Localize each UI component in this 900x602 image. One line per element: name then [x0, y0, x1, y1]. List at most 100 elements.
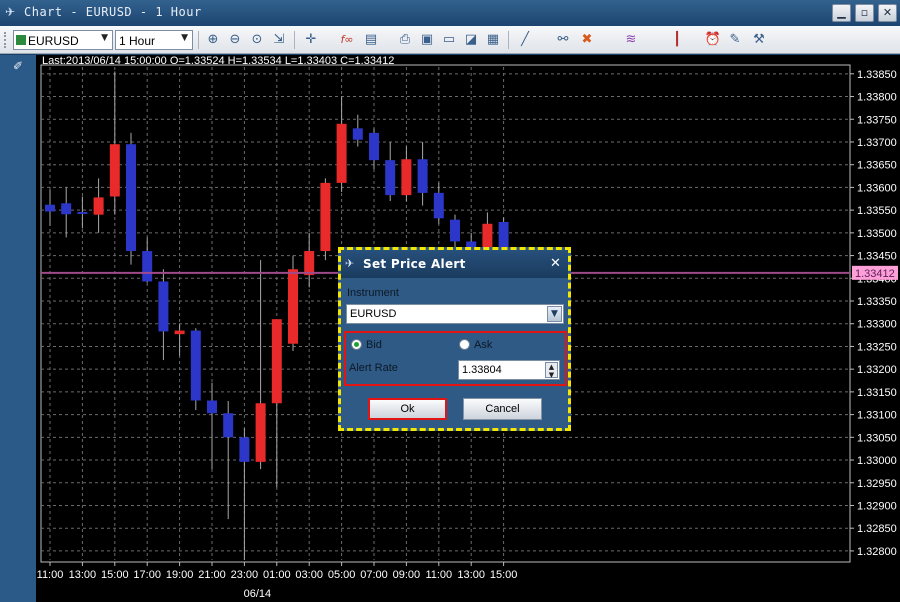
crosshair-icon[interactable]: ✛ — [302, 31, 320, 49]
candle-body — [142, 251, 153, 282]
instrument-label: Instrument — [347, 287, 399, 299]
candle-body — [77, 211, 88, 214]
properties-icon[interactable]: ▦ — [484, 31, 502, 49]
object-list-icon[interactable]: ✐ — [10, 59, 26, 75]
candle-body — [174, 330, 185, 335]
y-tick-label: 1.33500 — [857, 228, 897, 240]
candle-body — [304, 251, 315, 276]
y-tick-label: 1.33650 — [857, 160, 897, 172]
ask-radio[interactable] — [459, 339, 470, 350]
chart-toolbar: EURUSD ▼ 1 Hour ▼ ⊕ ⊖ ⊙ ⇲ ✛ f∞ ▤ ⎙ ▣ ▭ ◪… — [0, 26, 900, 54]
toolbar-separator — [508, 31, 509, 49]
bid-radio[interactable] — [351, 339, 362, 350]
y-tick-label: 1.32950 — [857, 478, 897, 490]
x-tick-label: 03:00 — [295, 569, 323, 581]
candle-body — [433, 192, 444, 219]
x-tick-label: 19:00 — [166, 569, 194, 581]
window-titlebar: ✈ Chart - EURUSD - 1 Hour ▁ ▫ ✕ — [0, 0, 900, 26]
ask-radio-label: Ask — [474, 339, 493, 351]
line-tool-icon[interactable]: ╱ — [516, 31, 534, 49]
y-tick-label: 1.33100 — [857, 410, 897, 422]
candle-body — [385, 160, 396, 196]
candle-body — [450, 219, 460, 242]
candle-body — [482, 223, 493, 248]
candle-body — [239, 437, 250, 462]
chevron-down-icon: ▼ — [181, 33, 188, 43]
rate-stepper[interactable]: ▲ ▼ — [545, 362, 558, 379]
timeframe-combo[interactable]: 1 Hour ▼ — [115, 30, 193, 50]
alert-rate-label: Alert Rate — [349, 362, 398, 374]
dialog-title: Set Price Alert — [363, 257, 466, 271]
dialog-titlebar: ✈ Set Price Alert ✕ — [341, 250, 568, 278]
zoom-reset-icon[interactable]: ⊙ — [248, 31, 266, 49]
bid-radio-label: Bid — [366, 339, 382, 351]
chevron-down-icon[interactable]: ▼ — [547, 306, 562, 322]
chart-type-icon[interactable]: ◪ — [462, 31, 480, 49]
candle-body — [417, 159, 428, 193]
delete-icon[interactable]: ✖ — [578, 31, 596, 49]
y-tick-label: 1.33700 — [857, 137, 897, 149]
app-logo-icon: ✈ — [345, 257, 355, 270]
ok-button[interactable]: Ok — [368, 398, 447, 420]
template-icon[interactable]: ▤ — [362, 31, 380, 49]
minimize-button[interactable]: ▁ — [832, 4, 851, 22]
candle-body — [109, 144, 120, 197]
settings-icon[interactable]: ⚒ — [750, 31, 768, 49]
notes-icon[interactable]: ✎ — [726, 31, 744, 49]
restore-button[interactable]: ▫ — [855, 4, 874, 22]
y-tick-label: 1.33300 — [857, 319, 897, 331]
zoom-out-icon[interactable]: ⊖ — [226, 31, 244, 49]
candle-body — [288, 269, 298, 344]
candle-body — [336, 123, 347, 183]
toolbar-grip — [4, 32, 7, 48]
instrument-select-value: EURUSD — [350, 308, 397, 320]
print-icon[interactable]: ⎙ — [396, 31, 414, 49]
candle-body — [93, 197, 104, 215]
save-icon[interactable]: ▣ — [418, 31, 436, 49]
x-tick-label: 15:00 — [490, 569, 518, 581]
close-button[interactable]: ✕ — [878, 4, 897, 22]
candle-body — [223, 413, 234, 438]
y-tick-label: 1.33850 — [857, 69, 897, 81]
y-tick-label: 1.32900 — [857, 500, 897, 512]
x-tick-label: 05:00 — [328, 569, 356, 581]
x-tick-label: 11:00 — [37, 569, 64, 581]
x-tick-label: 13:00 — [69, 569, 97, 581]
candle-body — [158, 281, 169, 332]
x-tick-label: 17:00 — [133, 569, 161, 581]
indicator-icon[interactable]: f∞ — [338, 31, 356, 49]
instrument-flag-icon — [16, 35, 26, 45]
x-tick-label: 11:00 — [425, 569, 452, 581]
current-price-label: 1.33412 — [855, 268, 895, 280]
fibonacci-icon[interactable]: ≋ — [622, 31, 640, 49]
timeframe-combo-value: 1 Hour — [119, 34, 156, 48]
candle-body — [352, 128, 363, 140]
instrument-select[interactable]: EURUSD ▼ — [346, 304, 564, 324]
x-tick-label: 21:00 — [198, 569, 226, 581]
candle-body — [320, 182, 331, 252]
candlestick-icon[interactable]: ┃ — [668, 31, 686, 49]
chart-sidebar: ✐ — [0, 55, 36, 602]
alert-rate-input[interactable]: 1.33804 ▲ ▼ — [458, 360, 560, 380]
candle-body — [45, 204, 55, 212]
candle-body — [126, 144, 136, 252]
instrument-combo[interactable]: EURUSD ▼ — [13, 30, 113, 50]
close-icon[interactable]: ✕ — [548, 256, 563, 271]
ohlc-info-line: Last:2013/06/14 15:00:00 O=1.33524 H=1.3… — [42, 55, 395, 67]
cancel-button[interactable]: Cancel — [463, 398, 542, 420]
document-icon[interactable]: ▭ — [440, 31, 458, 49]
candle-body — [190, 330, 201, 401]
alert-icon[interactable]: ⏰ — [704, 31, 722, 49]
alert-rate-value: 1.33804 — [462, 364, 502, 376]
y-tick-label: 1.33250 — [857, 341, 897, 353]
x-tick-label: 09:00 — [393, 569, 421, 581]
auto-scroll-icon[interactable]: ⇲ — [270, 31, 288, 49]
y-tick-label: 1.33600 — [857, 182, 897, 194]
y-tick-label: 1.33350 — [857, 296, 897, 308]
x-tick-label: 15:00 — [101, 569, 129, 581]
instrument-combo-value: EURUSD — [28, 34, 79, 48]
date-label: 06/14 — [244, 588, 272, 600]
zoom-in-icon[interactable]: ⊕ — [204, 31, 222, 49]
candle-body — [271, 319, 282, 404]
link-icon[interactable]: ⚯ — [554, 31, 572, 49]
